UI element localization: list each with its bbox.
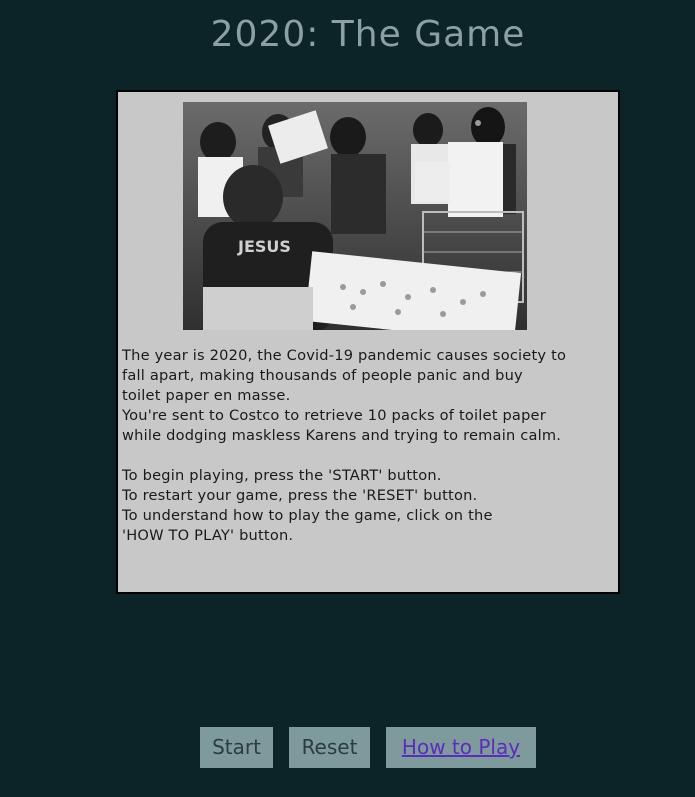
start-button[interactable]: Start (200, 727, 273, 768)
instruction-line: To begin playing, press the 'START' butt… (122, 467, 442, 484)
shopping-crowd-photo: JESUS (183, 102, 527, 330)
game-title: 2020: The Game (210, 14, 526, 55)
svg-text:JESUS: JESUS (237, 237, 291, 256)
how-to-play-button[interactable]: How to Play (386, 727, 536, 768)
instruction-line: To understand how to play the game, clic… (122, 507, 493, 524)
instruction-line: To restart your game, press the 'RESET' … (122, 487, 478, 504)
intro-panel: JESUS The year is 2020, the Covid-19 pan… (116, 90, 620, 594)
reset-button[interactable]: Reset (289, 727, 370, 768)
intro-line: The year is 2020, the Covid-19 pandemic … (122, 347, 567, 364)
intro-line: You're sent to Costco to retrieve 10 pac… (122, 407, 546, 424)
intro-line: while dodging maskless Karens and trying… (122, 427, 562, 444)
intro-line: fall apart, making thousands of people p… (122, 367, 523, 384)
instruction-line: 'HOW TO PLAY' button. (122, 527, 294, 544)
intro-line: toilet paper en masse. (122, 387, 291, 404)
intro-text: The year is 2020, the Covid-19 pandemic … (122, 346, 618, 546)
